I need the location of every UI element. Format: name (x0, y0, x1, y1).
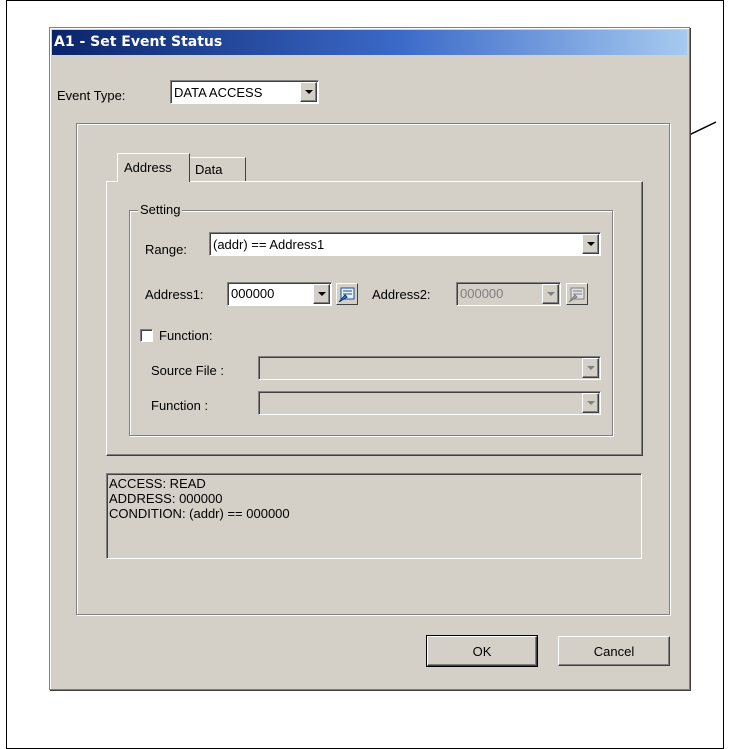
cancel-button-label: Cancel (593, 643, 635, 659)
title-bar: A1 - Set Event Status (52, 30, 687, 55)
chevron-down-icon (304, 90, 313, 94)
function-checkbox[interactable] (140, 329, 153, 342)
chevron-down-icon (317, 292, 326, 296)
address1-value: 000000 (231, 286, 275, 301)
dialog-title: A1 - Set Event Status (54, 34, 223, 50)
tab-data[interactable]: Data (190, 157, 246, 182)
range-select[interactable]: (addr) == Address1 (209, 232, 601, 256)
address1-label: Address1: (145, 287, 204, 302)
function-label: Function : (151, 398, 209, 413)
address1-combo[interactable]: 000000 (227, 282, 332, 306)
source-file-select[interactable] (258, 356, 601, 380)
address2-picker-button[interactable] (566, 283, 588, 305)
tab-address[interactable]: Address (117, 153, 190, 182)
range-label: Range: (145, 242, 187, 257)
event-type-dropdown-button[interactable] (300, 82, 317, 102)
address1-picker-button[interactable] (336, 283, 358, 305)
function-select[interactable] (258, 391, 601, 415)
address2-combo[interactable]: 000000 (456, 282, 561, 306)
source-file-dropdown-button[interactable] (582, 358, 599, 378)
ok-button[interactable]: OK (426, 635, 538, 667)
chevron-down-icon (546, 292, 555, 296)
address2-value: 000000 (460, 286, 504, 301)
function-checkbox-label: Function: (159, 328, 213, 343)
event-type-label: Event Type: (57, 88, 126, 103)
tab-data-label: Data (195, 162, 223, 177)
address2-dropdown-button[interactable] (542, 284, 559, 304)
event-type-value: DATA ACCESS (174, 85, 263, 100)
summary-text: ACCESS: READ ADDRESS: 000000 CONDITION: … (109, 476, 290, 521)
summary-line-address: ADDRESS: 000000 (109, 491, 223, 506)
chevron-down-icon (586, 401, 595, 405)
address-picker-icon (338, 287, 355, 303)
function-dropdown-button[interactable] (582, 393, 599, 413)
chevron-down-icon (586, 242, 595, 246)
setting-group-label: Setting (138, 202, 183, 217)
set-event-status-dialog: A1 - Set Event Status Event Type: DATA A… (49, 27, 690, 690)
chevron-down-icon (586, 366, 595, 370)
address-picker-icon (568, 287, 585, 303)
range-dropdown-button[interactable] (582, 234, 599, 254)
address2-label: Address2: (372, 287, 431, 302)
tab-address-label: Address (124, 160, 172, 175)
event-type-select[interactable]: DATA ACCESS (170, 80, 319, 104)
summary-line-condition: CONDITION: (addr) == 000000 (109, 506, 290, 521)
condition-summary-box: ACCESS: READ ADDRESS: 000000 CONDITION: … (106, 473, 642, 559)
ok-button-label: OK (472, 643, 492, 659)
cancel-button[interactable]: Cancel (558, 636, 670, 666)
summary-line-access: ACCESS: READ (109, 476, 206, 491)
range-value: (addr) == Address1 (213, 237, 325, 252)
source-file-label: Source File : (151, 363, 224, 378)
address1-dropdown-button[interactable] (313, 284, 330, 304)
